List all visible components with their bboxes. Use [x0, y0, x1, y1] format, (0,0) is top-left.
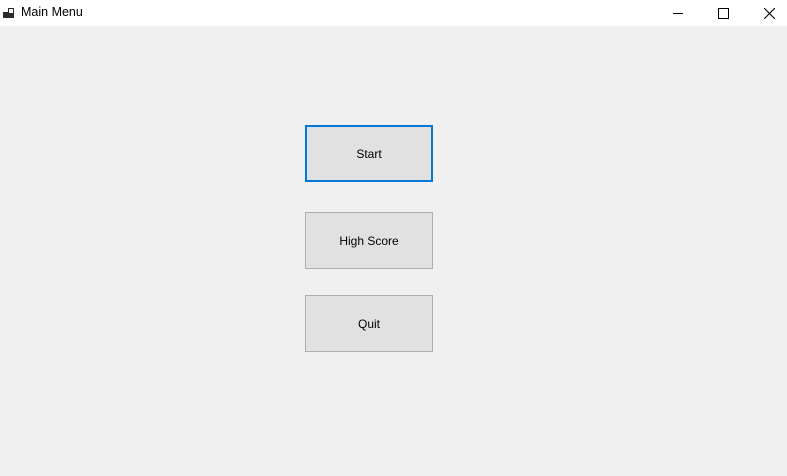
maximize-icon [717, 7, 729, 19]
start-button[interactable]: Start [305, 125, 433, 182]
window-title: Main Menu [21, 5, 83, 19]
maximize-button[interactable] [700, 0, 746, 26]
main-menu-window: Main Menu Start High Score Quit [0, 0, 787, 476]
close-icon [763, 7, 775, 19]
high-score-button[interactable]: High Score [305, 212, 433, 269]
title-bar[interactable]: Main Menu [0, 0, 787, 26]
minimize-button[interactable] [655, 0, 701, 26]
minimize-icon [673, 8, 683, 18]
quit-button[interactable]: Quit [305, 295, 433, 352]
close-button[interactable] [746, 0, 787, 26]
client-area: Start High Score Quit [0, 26, 787, 476]
form-icon[interactable] [3, 6, 15, 18]
